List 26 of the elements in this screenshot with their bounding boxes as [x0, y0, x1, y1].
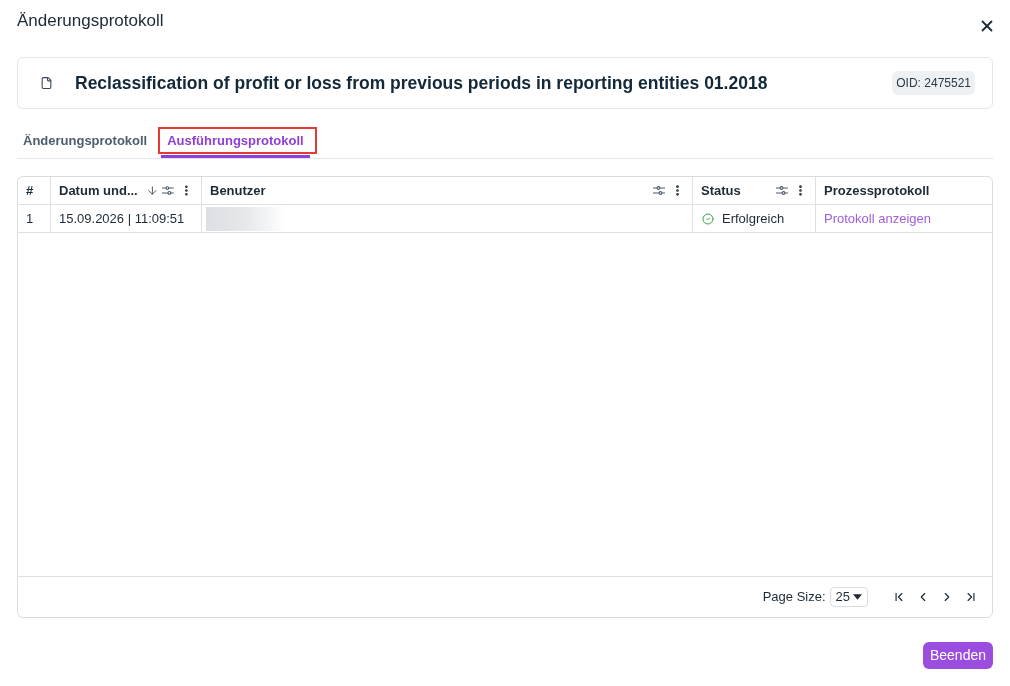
column-header: Benutzer [210, 181, 266, 200]
page-size-select[interactable]: 25 [829, 587, 868, 607]
column-header: # [26, 181, 34, 200]
oid-badge: OID: 2475521 [892, 71, 975, 95]
check-circle-icon [702, 212, 714, 225]
first-page-icon[interactable] [892, 590, 906, 604]
last-page-icon[interactable] [964, 590, 978, 604]
dialog-title: Änderungsprotokoll [17, 10, 164, 33]
column-header: Datum und... [59, 181, 138, 200]
log-link[interactable]: Protokoll anzeigen [824, 208, 931, 229]
finish-button[interactable]: Beenden [922, 642, 993, 669]
page-size-label: Page Size: [762, 588, 826, 607]
filter-icon[interactable] [653, 186, 665, 195]
column-header: Prozessprotokoll [824, 181, 930, 200]
tab[interactable]: Änderungsprotokoll [17, 126, 154, 158]
filter-icon[interactable] [162, 186, 175, 195]
sort-down-icon[interactable] [145, 184, 159, 197]
record-title: Reclassification of profit or loss from previous periods in reporting entities 01.2018 [75, 71, 768, 95]
table-cell-text: 1 [26, 209, 34, 228]
status-text: Erfolgreich [722, 209, 785, 228]
table-cell-text: 15.09.2026 | 11:09:51 [59, 209, 185, 228]
caret-icon [853, 594, 862, 600]
tab[interactable]: Ausführungsprotokoll [161, 126, 310, 158]
filter-icon[interactable] [776, 186, 788, 195]
column-header: Status [701, 181, 741, 200]
document-icon [40, 76, 53, 90]
